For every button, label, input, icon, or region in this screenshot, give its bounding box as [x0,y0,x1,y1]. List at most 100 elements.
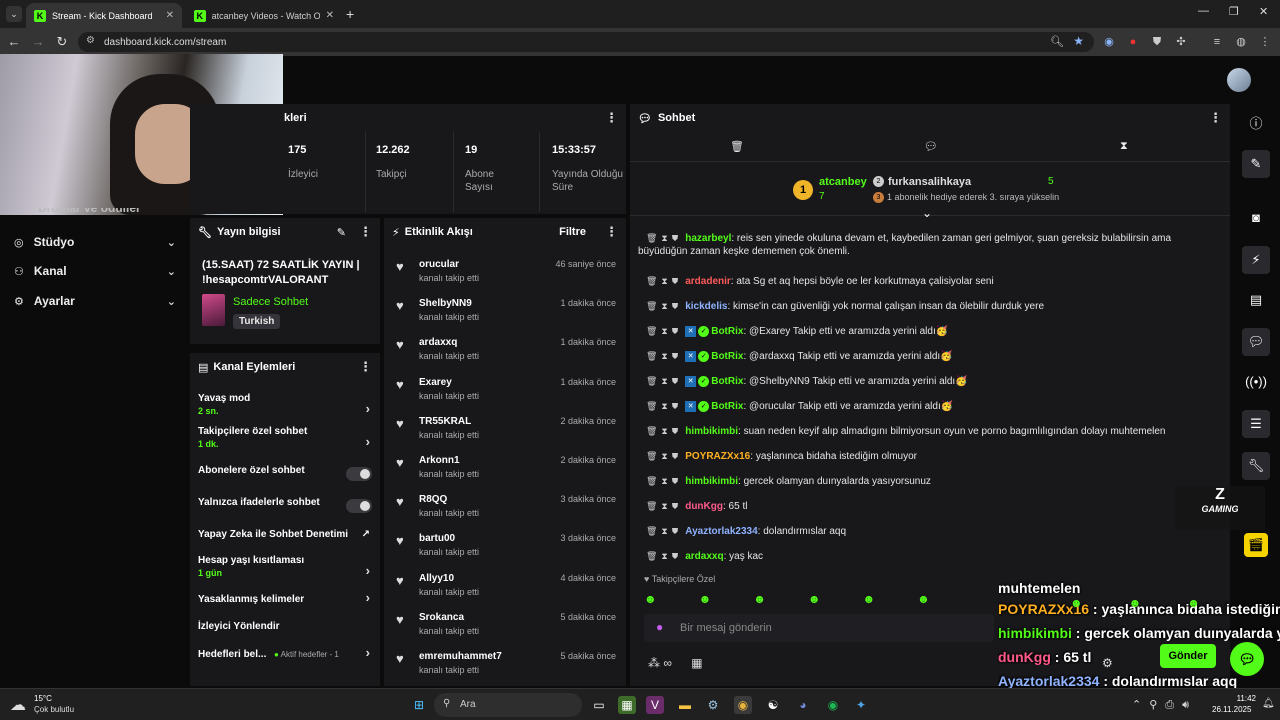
moderation-icons[interactable]: 🗑︎⧗⛊ [646,233,682,243]
broadcast-icon[interactable]: ((•)) [1242,368,1270,396]
infinity-icon[interactable]: ∞ [663,656,672,670]
feed-item[interactable]: ♥ emremuhammet7 kanalı takip etti 5 dakika … [384,651,626,690]
reload-icon[interactable]: ↻ [54,34,70,50]
store-icon[interactable]: ▦ [691,656,702,670]
clock-time[interactable]: 11:42 [1232,694,1256,703]
hourglass-icon[interactable]: ⧗ [1120,140,1128,153]
zoom-icon[interactable]: 🔍︎ [1050,35,1064,48]
chat-bubble-icon[interactable]: 💬︎ [1242,328,1270,356]
app-icon[interactable]: ☯ [764,696,782,714]
layers-icon[interactable]: ☰ [1242,410,1270,438]
windows-start-icon[interactable]: ⊞ [410,696,428,714]
trash-icon[interactable]: 🗑︎ [730,140,744,153]
app-icon[interactable]: ✦ [852,696,870,714]
category-link[interactable]: Sadece Sohbet [233,296,308,308]
feed-item[interactable]: ♥ Allyy10 kanalı takip etti 4 dakika önce [384,573,626,612]
edit-pencil-icon[interactable]: ✎ [1242,150,1270,178]
more-options-icon[interactable]: ⋮ [359,359,372,375]
bolt-icon[interactable]: ⚡︎ [1242,246,1270,274]
tab-kick-dashboard[interactable]: K Stream - Kick Dashboard ✕ [26,3,182,28]
tab-list-chevron-icon[interactable]: ⌄ [6,6,22,22]
feed-item[interactable]: ♥ Srokanca kanalı takip etti 5 dakika önce [384,612,626,651]
minecraft-icon[interactable]: ▦ [618,696,636,714]
info-icon[interactable]: ⓘ [1242,110,1270,138]
media-icon[interactable]: ≡ [1210,35,1224,49]
nav-item-studio[interactable]: ◎ Stüdyo ⌄ [14,232,176,252]
chat-message[interactable]: 🗑︎⧗⛊ ardadenir: ata Sg et aq hepsi böyle … [646,275,1218,288]
feed-item[interactable]: ♥ ardaxxq kanalı takip etti 1 dakika önce [384,337,626,376]
more-options-icon[interactable]: ⋮ [605,110,618,126]
moderation-icons[interactable]: 🗑︎⧗⛊ [646,326,682,336]
filter-button[interactable]: Filtre [559,226,586,238]
chat-message[interactable]: 🗑︎⧗⛊ Ayaztorlak2334: dolandırmıslar aqq [646,525,1218,538]
chat-username[interactable]: dunKgg [685,501,723,512]
nav-item-drops-partial[interactable]: Droplar ve ödüller [38,208,141,216]
emote-picker-icon[interactable]: ⁂ [648,656,660,670]
profile-icon[interactable]: ◍ [1234,35,1248,49]
taskbar-search[interactable]: ⚲ Ara [434,693,582,717]
chat-input[interactable]: ● Bir mesaj gönderin [644,614,994,642]
subscribers-only-toggle[interactable] [346,467,372,481]
discord-icon[interactable]: ◕ [794,696,812,714]
camera-icon[interactable]: ◙ [1242,204,1270,232]
file-explorer-icon[interactable]: ▬ [676,696,694,714]
moderation-icons[interactable]: 🗑︎⧗⛊ [646,351,682,361]
followers-only-row[interactable]: Takipçilere özel sohbet 1 dk. › [190,426,380,460]
moderation-icons[interactable]: 🗑︎⧗⛊ [646,276,682,286]
chat-message[interactable]: 🗑︎⧗⛊ POYRAZXx16: yaşlanınca bidaha istedi… [646,450,1218,463]
tab-atcanbey-videos[interactable]: K atcanbey Videos - Watch On-De ✕ [186,3,342,28]
moderation-icons[interactable]: 🗑︎⧗⛊ [646,526,682,536]
task-view-icon[interactable]: ▭ [590,696,608,714]
more-options-icon[interactable]: ⋮ [1209,110,1222,126]
chat-icon[interactable]: 💬︎ [924,140,938,153]
feed-item[interactable]: ♥ Arkonn1 kanalı takip etti 2 dakika önce [384,455,626,494]
chat-message[interactable]: 🗑︎⧗⛊ himbikimbi: suan neden keyif alıp al… [646,425,1218,438]
wrench-icon[interactable]: 🔧︎ [1242,452,1270,480]
goals-row[interactable]: Hedefleri bel... ● Aktif hedefler - 1 › [190,645,380,683]
chat-username[interactable]: BotRix [711,376,743,387]
chat-message[interactable]: 🗑︎⧗⛊ ✕ ✓ BotRix: @orucular Takip etti ve ar… [646,400,1218,413]
close-tab-icon[interactable]: ✕ [166,10,174,21]
clock-date[interactable]: 26.11.2025 [1212,705,1251,714]
app-icon[interactable]: V [646,696,664,714]
microphone-icon[interactable]: ● [656,620,663,634]
address-bar[interactable]: ⚙ dashboard.kick.com/stream 🔍︎ ★ [78,32,1094,52]
chat-username[interactable]: BotRix [711,401,743,412]
chrome-icon[interactable]: ◉ [734,696,752,714]
chat-username[interactable]: himbikimbi [685,426,738,437]
chat-message[interactable]: 🗑︎⧗⛊ ✕ ✓ BotRix: @Exarey Takip etti ve aram… [646,325,1218,338]
minimize-icon[interactable]: — [1198,5,1209,17]
chat-message[interactable]: 🗑︎⧗⛊ dunKgg: 65 tl [646,500,1218,513]
feed-item[interactable]: ♥ bartu00 kanalı takip etti 3 dakika önce [384,533,626,572]
collapse-chevron-icon[interactable]: ⌄ [922,206,932,220]
moderation-icons[interactable]: 🗑︎⧗⛊ [646,401,682,411]
chat-username[interactable]: kickdelis [685,301,727,312]
moderation-icons[interactable]: 🗑︎⧗⛊ [646,301,682,311]
moderation-icons[interactable]: 🗑︎⧗⛊ [646,426,682,436]
puzzle-icon[interactable]: ✣ [1174,35,1188,49]
chat-message[interactable]: 🗑︎⧗⛊ ✕ ✓ BotRix: @ardaxxq Takip etti ve ara… [646,350,1218,363]
nav-item-settings[interactable]: ⚙ Ayarlar ⌄ [14,291,176,311]
menu-icon[interactable]: ⋮ [1258,35,1272,49]
chat-username[interactable]: himbikimbi [685,476,738,487]
clapper-icon[interactable]: 🎬︎ [1244,533,1268,557]
site-info-icon[interactable]: ⚙ [86,35,95,46]
bookmark-star-icon[interactable]: ★ [1073,34,1084,48]
chat-username[interactable]: hazarbeyl [685,233,731,244]
leader-user2[interactable]: furkansalihkaya [888,176,971,188]
new-tab-icon[interactable]: + [346,6,354,22]
chat-message[interactable]: 🗑︎⧗⛊ ✕ ✓ BotRix: @ShelbyNN9 Takip etti ve a… [646,375,1218,388]
extension-icon[interactable]: ◉ [1102,35,1116,49]
chat-username[interactable]: Ayaztorlak2334 [685,526,757,537]
edit-pencil-icon[interactable]: ✎ [337,226,346,239]
spotify-icon[interactable]: ◉ [824,696,842,714]
avatar[interactable] [1227,68,1251,92]
account-age-row[interactable]: Hesap yaşı kısıtlaması 1 gün › [190,555,380,589]
more-options-icon[interactable]: ⋮ [359,224,372,240]
moderation-icons[interactable]: 🗑︎⧗⛊ [646,451,682,461]
tray-icons[interactable]: ⌃⚲⎙🔊︎ [1132,698,1197,712]
feed-item[interactable]: ♥ ShelbyNN9 kanalı takip etti 1 dakika önce [384,298,626,337]
chat-message[interactable]: 🗑︎⧗⛊ hazarbeyl: reis sen yinede okuluna d… [638,232,1218,258]
notification-icon[interactable]: 🔔︎ [1262,698,1275,709]
chat-username[interactable]: ardadenir [685,276,731,287]
